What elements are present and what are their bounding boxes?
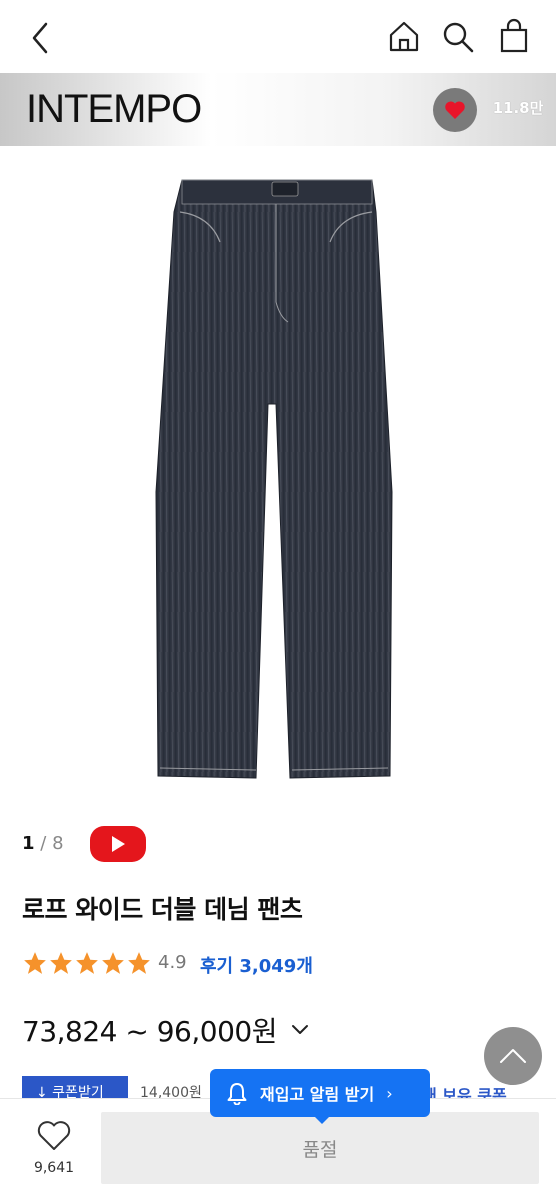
scroll-to-top-button[interactable] <box>484 1027 542 1085</box>
product-image[interactable] <box>140 172 410 784</box>
rating-value: 4.9 <box>158 952 187 973</box>
image-counter: 1 / 8 <box>22 833 64 854</box>
chevron-left-icon[interactable] <box>22 18 58 58</box>
image-index: 1 <box>22 833 35 854</box>
star-icon <box>76 952 98 974</box>
chevron-down-icon[interactable] <box>288 1018 312 1042</box>
search-icon[interactable] <box>440 18 476 56</box>
restock-label: 재입고 알림 받기 <box>260 1085 375 1104</box>
top-navigation-bar <box>0 0 556 73</box>
wishlist-count: 9,641 <box>33 1160 75 1176</box>
star-icon <box>102 952 124 974</box>
product-title: 로프 와이드 더블 데님 팬츠 <box>22 895 303 924</box>
home-icon[interactable] <box>386 18 422 56</box>
star-rating[interactable] <box>22 950 152 976</box>
star-icon <box>24 952 46 974</box>
restock-alert-button[interactable]: 재입고 알림 받기 › <box>210 1069 430 1117</box>
chevron-right-icon: › <box>386 1083 393 1103</box>
brand-like-button[interactable] <box>433 88 477 132</box>
youtube-play-button[interactable] <box>90 826 146 862</box>
youtube-play-icon <box>112 836 125 852</box>
shopping-bag-icon[interactable] <box>496 18 532 56</box>
product-price[interactable]: 73,824 ~ 96,000원 <box>22 1010 277 1050</box>
heart-outline-icon <box>37 1121 71 1150</box>
brand-name[interactable]: INTEMPO <box>26 87 202 132</box>
star-icon <box>128 952 150 974</box>
image-counter-separator: / <box>40 833 47 854</box>
review-count-link[interactable]: 후기 3,049개 <box>200 952 313 978</box>
bell-icon <box>227 1083 247 1105</box>
image-total: 8 <box>52 833 64 854</box>
star-icon <box>50 952 72 974</box>
brand-like-count: 11.8만 <box>492 99 544 117</box>
restock-tooltip-tail <box>314 1116 330 1124</box>
chevron-up-icon <box>500 1049 526 1063</box>
heart-filled-icon <box>445 101 465 119</box>
